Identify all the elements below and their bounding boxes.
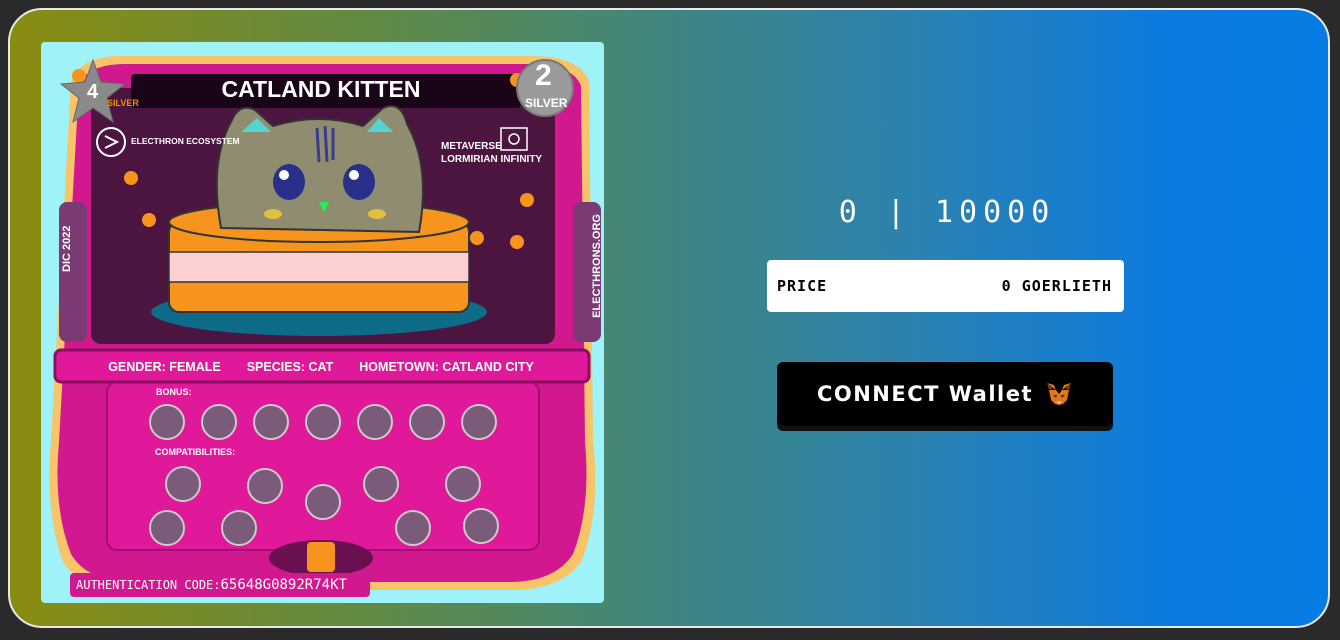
price-value: 0 GOERLIETH <box>1001 277 1112 295</box>
card-title: CATLAND KITTEN <box>221 76 421 102</box>
rank-badge-number: 4 <box>87 81 99 103</box>
hometown-label: HOMETOWN: CATLAND CITY <box>359 360 534 374</box>
card-date: DIC 2022 <box>61 225 73 272</box>
auth-code-value: 65648G0892R74KT <box>220 577 347 593</box>
compatibilities-label: COMPATIBILITIES: <box>155 447 236 457</box>
connect-wallet-label: CONNECT Wallet <box>816 382 1034 406</box>
connect-wallet-button[interactable]: CONNECT Wallet <box>777 362 1113 426</box>
ecosystem-label: ELECTHRON ECOSYSTEM <box>131 136 240 146</box>
price-box: PRICE 0 GOERLIETH <box>767 260 1124 312</box>
silver-medal-label: SILVER <box>525 96 568 110</box>
silver-medal-number: 2 <box>535 59 552 92</box>
main-panel: CATLAND KITTEN 4 SILVER 2 SILVER ELECTHR… <box>8 8 1330 628</box>
rank-badge-label: SILVER <box>107 98 139 108</box>
auth-label: AUTHENTICATION CODE: <box>76 578 221 592</box>
gender-label: GENDER: FEMALE <box>108 360 221 374</box>
metamask-fox-icon <box>1047 383 1072 405</box>
authentication-code: AUTHENTICATION CODE: 65648G0892R74KT <box>70 573 370 597</box>
metaverse-label: METAVERSE LORMIRIAN INFINITY <box>441 141 543 165</box>
card-info-row: GENDER: FEMALE SPECIES: CAT HOMETOWN: CA… <box>55 356 587 378</box>
species-label: SPECIES: CAT <box>246 360 334 374</box>
card-site: ELECTHRONS.ORG <box>591 214 603 318</box>
card-artwork <box>49 56 601 590</box>
price-label: PRICE <box>777 277 828 295</box>
mint-counter: 0 | 10000 <box>838 195 1056 230</box>
bonus-label: BONUS: <box>156 387 192 397</box>
nft-card: CATLAND KITTEN 4 SILVER 2 SILVER ELECTHR… <box>41 42 604 603</box>
